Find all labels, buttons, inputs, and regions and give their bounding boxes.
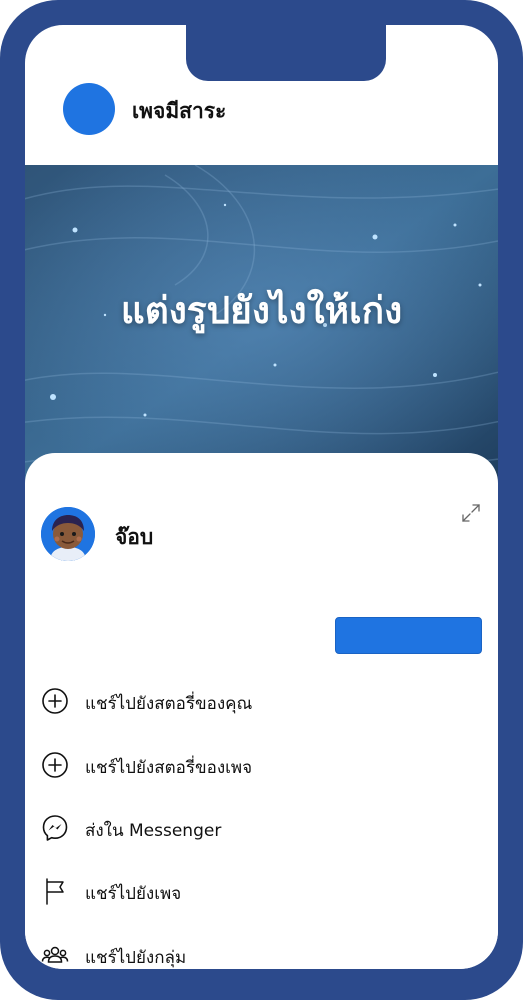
- user-name: จ๊อบ: [115, 525, 154, 549]
- user-avatar[interactable]: [41, 507, 95, 561]
- phone-notch: [186, 25, 386, 81]
- menu-item-share-to-page-story[interactable]: แชร์ไปยังสตอรี่ของเพจ: [41, 745, 471, 785]
- expand-icon[interactable]: [461, 503, 481, 523]
- banner-title: แต่งรูปยังไงให้เก่ง: [120, 289, 403, 332]
- page-avatar[interactable]: [63, 83, 115, 135]
- share-sheet: จ๊อบ แชร์ไปยังสตอรี่ของคุณ แชร์ไปยังสตอร…: [25, 453, 498, 969]
- plus-circle-icon: [42, 688, 68, 714]
- menu-item-label: แชร์ไปยังเพจ: [85, 884, 182, 904]
- post-banner-image: แต่งรูปยังไงให้เก่ง: [25, 165, 498, 495]
- menu-item-label: ส่งใน Messenger: [85, 821, 222, 841]
- menu-item-share-to-page[interactable]: แชร์ไปยังเพจ: [41, 871, 471, 911]
- user-avatar-image: [41, 507, 95, 561]
- page-header: เพจมีสาระ: [25, 83, 498, 163]
- menu-item-share-to-group[interactable]: แชร์ไปยังกลุ่ม: [41, 935, 471, 969]
- menu-item-label: แชร์ไปยังกลุ่ม: [85, 948, 187, 968]
- phone-screen: เพจมีสาระ แต่งรูปยังไงให้เก่ง จ๊อบ แชร์ไ…: [25, 25, 498, 969]
- page-name[interactable]: เพจมีสาระ: [132, 95, 226, 128]
- menu-item-share-to-your-story[interactable]: แชร์ไปยังสตอรี่ของคุณ: [41, 681, 471, 721]
- share-now-button[interactable]: [335, 617, 482, 654]
- plus-circle-icon: [42, 752, 68, 778]
- menu-item-label: แชร์ไปยังสตอรี่ของคุณ: [85, 694, 253, 714]
- group-icon: [41, 946, 69, 963]
- messenger-icon: [42, 815, 68, 841]
- menu-item-label: แชร์ไปยังสตอรี่ของเพจ: [85, 758, 253, 778]
- menu-item-send-in-messenger[interactable]: ส่งใน Messenger: [41, 808, 471, 848]
- phone-frame: เพจมีสาระ แต่งรูปยังไงให้เก่ง จ๊อบ แชร์ไ…: [0, 0, 523, 1000]
- flag-icon: [46, 878, 64, 905]
